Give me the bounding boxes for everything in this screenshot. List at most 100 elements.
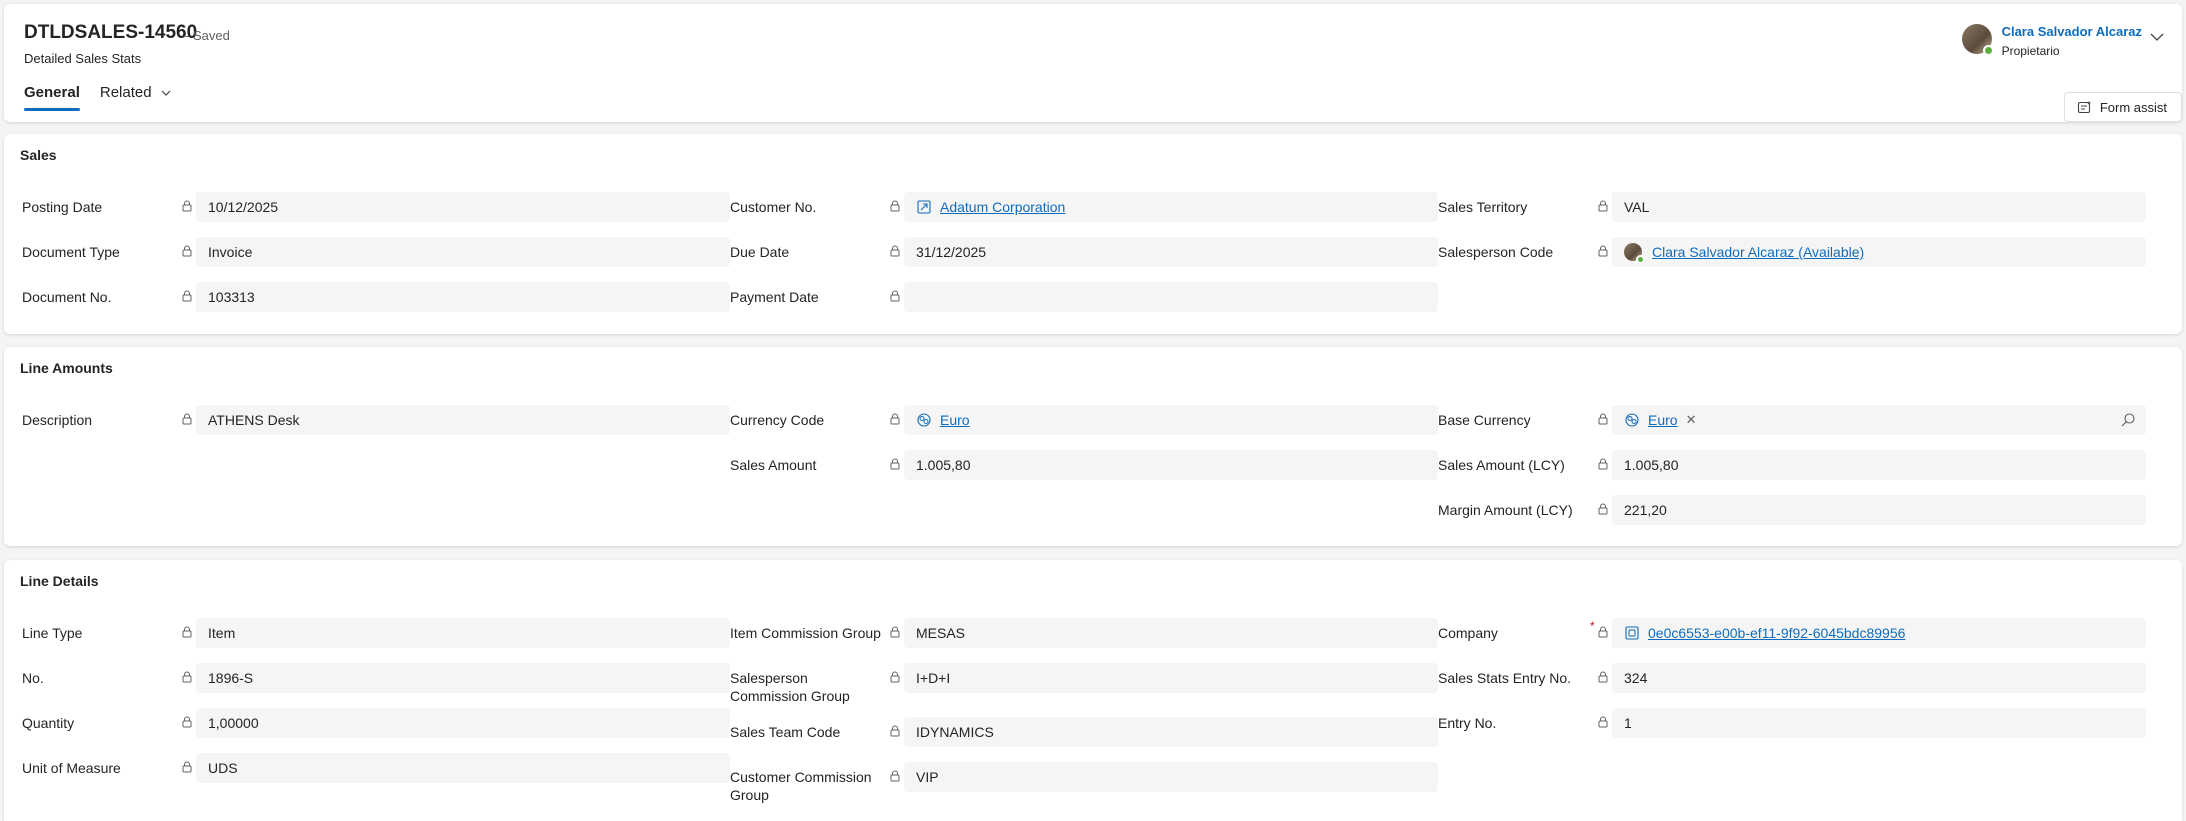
lock-icon (182, 671, 192, 683)
base-currency-value: Euro ✕ (1612, 405, 2146, 435)
line-type-value[interactable]: Item (196, 618, 730, 648)
posting-date-value[interactable]: 10/12/2025 (196, 192, 730, 222)
tab-label: General (24, 84, 80, 101)
salesperson-link[interactable]: Clara Salvador Alcaraz (Available) (1652, 244, 1864, 260)
currency-link[interactable]: Euro (940, 412, 970, 428)
lock-icon (890, 770, 900, 782)
sales-team-code-value[interactable]: IDYNAMICS (904, 717, 1438, 747)
currency-code-value: Euro (904, 405, 1438, 435)
owner-name[interactable]: Clara Salvador Alcaraz (2002, 24, 2142, 39)
field-label: Company (1438, 625, 1498, 641)
field-label: Currency Code (730, 412, 825, 428)
field-label: Sales Stats Entry No. (1438, 670, 1572, 686)
record-header: DTLDSALES-14560 - Saved Detailed Sales S… (4, 4, 2182, 122)
due-date-value[interactable]: 31/12/2025 (904, 237, 1438, 267)
entry-no-value[interactable]: 1 (1612, 708, 2146, 738)
lock-icon (1598, 245, 1608, 257)
field-label: Description (22, 412, 93, 428)
form-assist-button[interactable]: Form assist (2063, 92, 2182, 122)
section-title: Line Amounts (20, 360, 113, 376)
avatar (1961, 24, 1994, 56)
field-label: Unit of Measure (22, 760, 121, 776)
description-value[interactable]: ATHENS Desk (196, 405, 730, 435)
lock-icon (890, 290, 900, 302)
sales-territory-value[interactable]: VAL (1612, 192, 2146, 222)
search-icon[interactable] (2120, 412, 2136, 428)
lock-icon (182, 626, 192, 638)
lock-icon (182, 200, 192, 212)
avatar (1624, 243, 1645, 264)
margin-amount-lcy-value[interactable]: 221,20 (1612, 495, 2146, 525)
owner-role: Propietario (2001, 44, 2060, 58)
lock-icon (890, 725, 900, 737)
customer-link[interactable]: Adatum Corporation (940, 199, 1065, 215)
lock-icon (182, 413, 192, 425)
section-line-amounts: Line Amounts Description ATHENS Desk Cur… (4, 347, 2182, 546)
field-label: Sales Amount (LCY) (1438, 457, 1565, 473)
field-label: No. (22, 670, 44, 686)
currency-icon (917, 413, 931, 427)
presence-available-icon (1636, 255, 1645, 264)
field-label: Margin Amount (LCY) (1438, 502, 1573, 518)
field-label: Salesperson Code (1438, 244, 1554, 260)
sales-amount-lcy-value[interactable]: 1.005,80 (1612, 450, 2146, 480)
tab-label: Related (99, 84, 152, 101)
lock-icon (1598, 671, 1608, 683)
save-status: - Saved (185, 28, 230, 43)
lock-icon (182, 716, 192, 728)
lock-icon (182, 761, 192, 773)
chevron-down-icon (161, 90, 171, 96)
lock-icon (890, 413, 900, 425)
company-link[interactable]: 0e0c6553-e00b-ef11-9f92-6045bdc89956 (1648, 625, 1905, 641)
lock-icon (182, 290, 192, 302)
field-label: Quantity (22, 715, 75, 731)
entity-name: Detailed Sales Stats (24, 51, 142, 66)
payment-date-value[interactable] (904, 282, 1438, 312)
field-label: Base Currency (1438, 412, 1531, 428)
lock-icon (890, 245, 900, 257)
section-line-details: Line Details Line Type Item No. 1896-S Q… (4, 560, 2182, 821)
unit-of-measure-value[interactable]: UDS (196, 753, 730, 783)
lock-icon (1598, 413, 1608, 425)
field-label: Item Commission Group (730, 625, 881, 641)
tab-related[interactable]: Related (100, 84, 172, 111)
lock-icon (182, 245, 192, 257)
document-no-value[interactable]: 103313 (196, 282, 730, 312)
lock-icon (1598, 716, 1608, 728)
field-label: Customer Commission Group (730, 769, 872, 803)
no-value[interactable]: 1896-S (196, 663, 730, 693)
field-label: Sales Amount (730, 457, 817, 473)
record-title: DTLDSALES-14560 (24, 22, 198, 43)
quantity-value[interactable]: 1,00000 (196, 708, 730, 738)
field-label: Sales Team Code (730, 724, 841, 740)
field-label: Sales Territory (1438, 199, 1528, 215)
document-type-value[interactable]: Invoice (196, 237, 730, 267)
chevron-down-icon[interactable] (2148, 28, 2166, 46)
lock-icon (1598, 200, 1608, 212)
sales-amount-value[interactable]: 1.005,80 (904, 450, 1438, 480)
salesperson-commission-group-value[interactable]: I+D+I (904, 663, 1438, 693)
section-title: Sales (20, 147, 57, 163)
lock-icon (1598, 626, 1608, 638)
account-icon (917, 200, 931, 214)
section-title: Line Details (20, 573, 99, 589)
field-label: Document Type (22, 244, 120, 260)
customer-no-value: Adatum Corporation (904, 192, 1438, 222)
owner-card[interactable]: Clara Salvador Alcaraz Propietario (1961, 24, 2164, 58)
form-assist-icon (2077, 100, 2091, 113)
tab-general[interactable]: General (24, 84, 80, 111)
lock-icon (1598, 503, 1608, 515)
company-icon (1625, 626, 1639, 640)
lock-icon (890, 671, 900, 683)
customer-commission-group-value[interactable]: VIP (904, 762, 1438, 792)
item-commission-group-value[interactable]: MESAS (904, 618, 1438, 648)
sales-stats-entry-no-value[interactable]: 324 (1612, 663, 2146, 693)
salesperson-code-value: Clara Salvador Alcaraz (Available) (1612, 237, 2146, 267)
clear-icon[interactable]: ✕ (1686, 412, 1697, 428)
field-label: Salesperson Commission Group (730, 670, 850, 704)
lock-icon (890, 200, 900, 212)
field-label: Document No. (22, 289, 112, 305)
field-label: Line Type (22, 625, 83, 641)
required-mark: * (1590, 619, 1595, 633)
base-currency-link[interactable]: Euro (1648, 412, 1678, 428)
